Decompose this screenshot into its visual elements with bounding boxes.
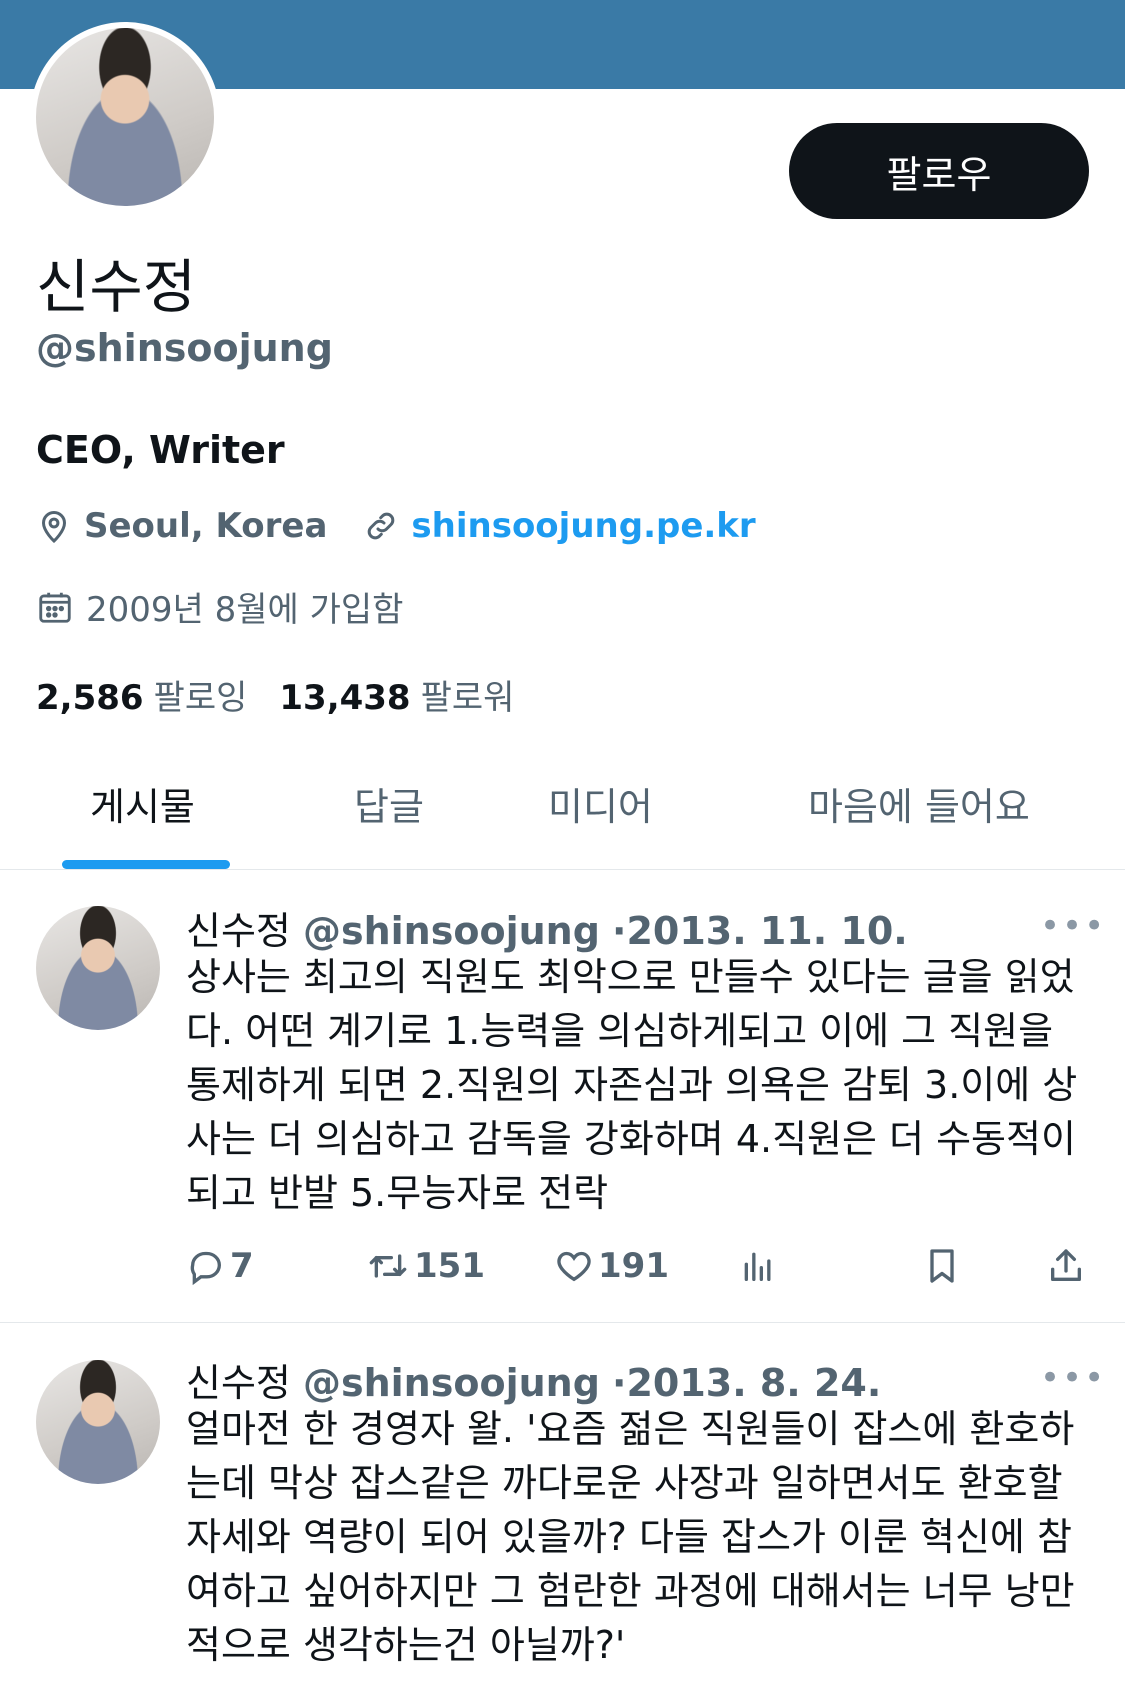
- tweet-separator: ·: [612, 909, 627, 953]
- share-icon: [1051, 1249, 1081, 1281]
- website-link[interactable]: shinsoojung.pe.kr: [411, 506, 755, 546]
- tweet-header: 신수정 @shinsoojung ·2013. 8. 24.: [186, 1352, 881, 1407]
- profile-handle: @shinsoojung: [36, 326, 333, 370]
- location-text: Seoul, Korea: [84, 506, 328, 546]
- tweet-header: 신수정 @shinsoojung ·2013. 11. 10.: [186, 900, 908, 955]
- tab-media[interactable]: 미디어: [548, 776, 653, 831]
- like-button[interactable]: 191: [554, 1246, 669, 1286]
- profile-tabs: 게시물 답글 미디어 마음에 들어요: [0, 760, 1125, 870]
- tweet-author-name[interactable]: 신수정: [186, 1361, 291, 1405]
- follow-button[interactable]: 팔로우: [789, 123, 1089, 219]
- tab-likes[interactable]: 마음에 들어요: [808, 776, 1030, 831]
- profile-display-name: 신수정: [36, 253, 197, 321]
- tab-replies[interactable]: 답글: [354, 776, 424, 831]
- bookmark-icon: [930, 1249, 954, 1283]
- reply-button[interactable]: 7: [186, 1246, 254, 1286]
- following-label[interactable]: 팔로잉: [154, 670, 248, 719]
- profile-bio: CEO, Writer: [36, 428, 285, 472]
- tweet-avatar[interactable]: [36, 906, 160, 1030]
- tweet-text: 상사는 최고의 직원도 최악으로 만들수 있다는 글을 읽었다. 어떤 계기로 …: [186, 955, 1078, 1215]
- tweet-author-handle[interactable]: @shinsoojung: [303, 909, 600, 953]
- more-options-icon[interactable]: •••: [1040, 906, 1106, 946]
- like-count: 191: [598, 1246, 669, 1286]
- retweet-icon: [369, 1254, 407, 1278]
- profile-location: Seoul, Korea: [36, 506, 327, 546]
- followers-count[interactable]: 13,438: [279, 678, 410, 718]
- location-pin-icon: [41, 511, 67, 544]
- profile-joined: 2009년 8월에 가입함: [36, 582, 403, 631]
- tweet-date[interactable]: 2013. 11. 10.: [626, 909, 907, 953]
- followers-label[interactable]: 팔로워: [421, 670, 515, 719]
- tweet-actions: 7 151 191: [186, 1246, 1086, 1296]
- joined-text: 2009년 8월에 가입함: [86, 590, 404, 630]
- tab-posts[interactable]: 게시물: [90, 776, 195, 831]
- tweet-text: 얼마전 한 경영자 왈. '요즘 젊은 직원들이 잡스에 환호하는데 막상 잡스…: [186, 1407, 1075, 1667]
- share-button[interactable]: [1046, 1246, 1090, 1286]
- tweet-author-name[interactable]: 신수정: [186, 909, 291, 953]
- more-options-icon[interactable]: •••: [1040, 1358, 1106, 1398]
- profile-meta: Seoul, Korea shinsoojung.pe.kr: [36, 506, 792, 546]
- heart-icon: [557, 1251, 591, 1282]
- retweet-button[interactable]: 151: [366, 1246, 485, 1286]
- link-icon: [368, 512, 395, 540]
- reply-icon: [190, 1251, 222, 1286]
- views-button[interactable]: [738, 1246, 782, 1286]
- tweet-author-handle[interactable]: @shinsoojung: [303, 1361, 600, 1405]
- profile-website[interactable]: shinsoojung.pe.kr: [363, 506, 756, 546]
- following-count[interactable]: 2,586: [36, 678, 144, 718]
- profile-stats: 2,586 팔로잉 13,438 팔로워: [36, 670, 546, 719]
- active-tab-indicator: [62, 860, 230, 869]
- reply-count: 7: [230, 1246, 254, 1286]
- views-icon: [744, 1252, 771, 1281]
- profile-avatar[interactable]: [30, 22, 220, 212]
- tweet-divider: [0, 1322, 1125, 1323]
- retweet-count: 151: [414, 1246, 485, 1286]
- bookmark-button[interactable]: [922, 1246, 966, 1286]
- tweet-date[interactable]: 2013. 8. 24.: [626, 1361, 881, 1405]
- tweet-separator: ·: [612, 1361, 627, 1405]
- calendar-icon: [39, 592, 71, 623]
- tweet-avatar[interactable]: [36, 1360, 160, 1484]
